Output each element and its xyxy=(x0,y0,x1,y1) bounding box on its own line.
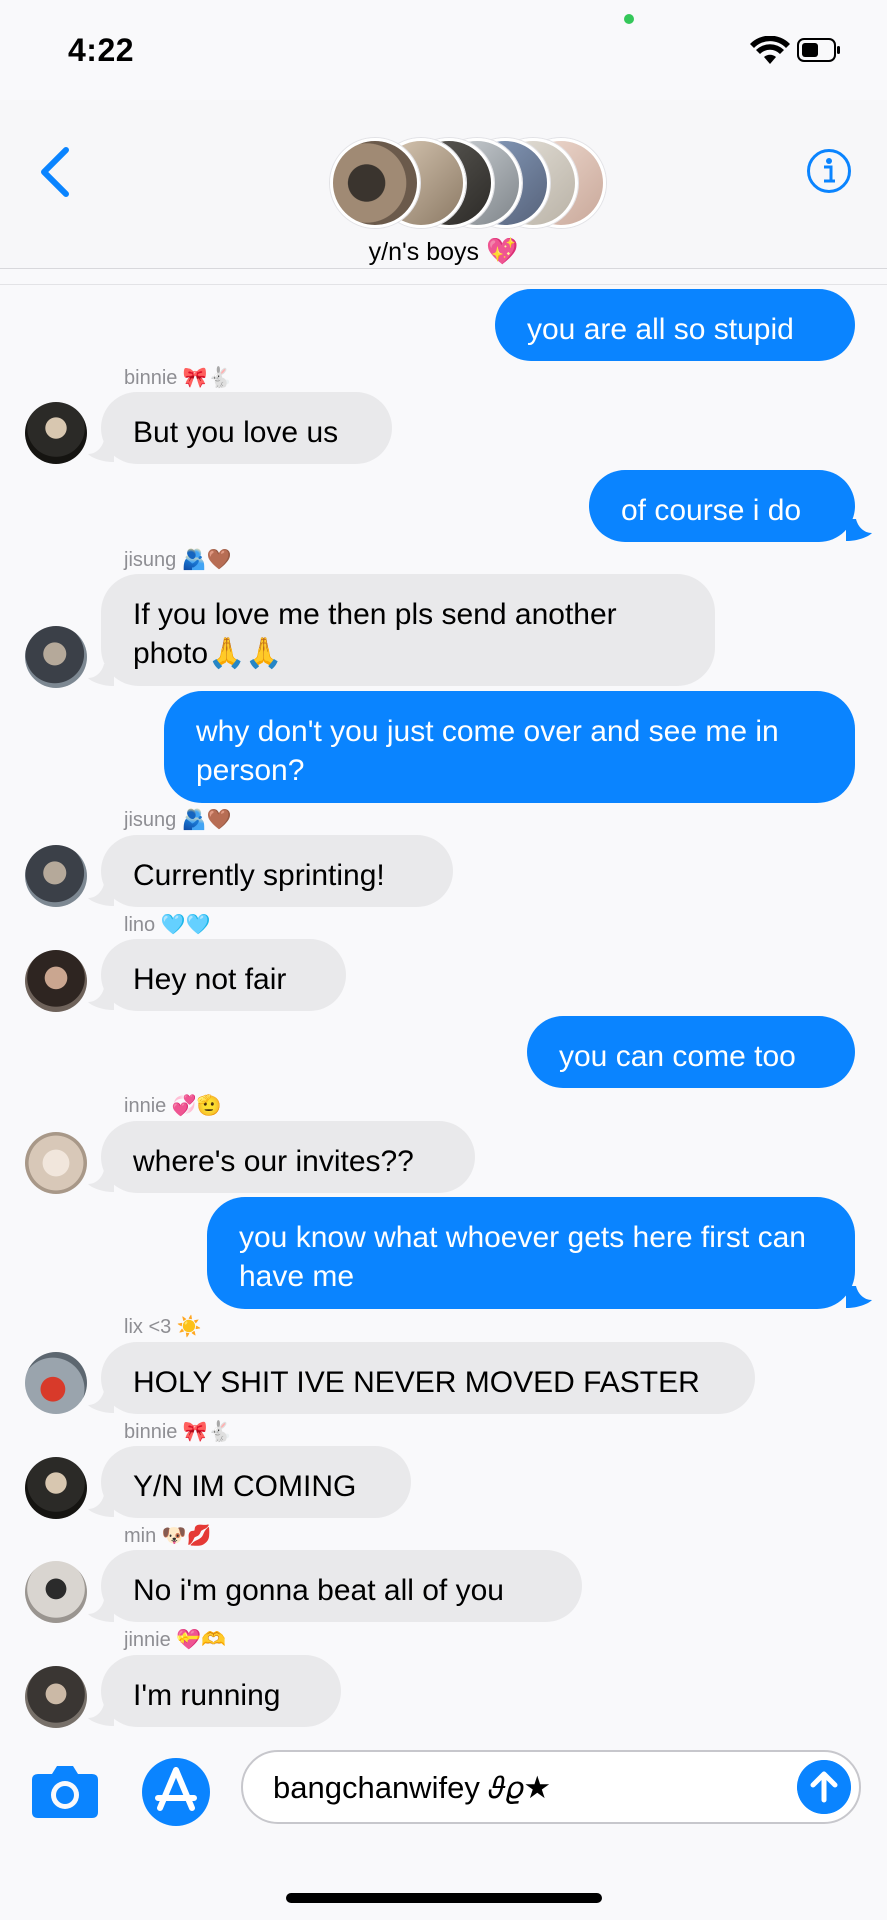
avatar[interactable] xyxy=(25,1561,87,1623)
conversation-header: y/n's boys 💖 xyxy=(0,100,887,269)
avatar[interactable] xyxy=(25,402,87,464)
message-text: Currently sprinting! xyxy=(133,859,385,892)
incoming-message[interactable]: Currently sprinting! xyxy=(101,835,453,907)
camera-icon[interactable] xyxy=(30,1762,100,1820)
sender-name: binnie 🎀🐇 xyxy=(124,367,233,389)
group-emoji: 💖 xyxy=(485,236,519,266)
group-name[interactable]: y/n's boys 💖 xyxy=(0,236,887,267)
incoming-message[interactable]: Hey not fair xyxy=(101,939,346,1011)
member-avatar xyxy=(330,138,420,228)
sender-name: lix <3 ☀️ xyxy=(124,1316,202,1338)
sender-name: jisung 🫂🤎 xyxy=(124,809,232,831)
incoming-message[interactable]: I'm running xyxy=(101,1655,341,1727)
avatar[interactable] xyxy=(25,1457,87,1519)
message-text: Y/N IM COMING xyxy=(133,1470,357,1503)
group-name-text: y/n's boys xyxy=(368,238,480,266)
avatar[interactable] xyxy=(25,1666,87,1728)
incoming-message[interactable]: where's our invites?? xyxy=(101,1121,475,1193)
message-text: No i'm gonna beat all of you xyxy=(133,1574,504,1607)
sender-name: innie 💞🫡 xyxy=(124,1095,222,1117)
avatar[interactable] xyxy=(25,1352,87,1414)
incoming-message[interactable]: If you love me then pls send another pho… xyxy=(101,574,715,686)
message-text: you can come too xyxy=(559,1040,796,1073)
battery-icon xyxy=(797,38,840,62)
message-text: Hey not fair xyxy=(133,963,287,996)
sender-name: jinnie 💝🫶 xyxy=(124,1629,227,1651)
outgoing-message[interactable]: of course i do xyxy=(589,470,855,542)
incoming-message[interactable]: But you love us xyxy=(101,392,392,464)
message-input[interactable]: bangchanwifey 𝜗𝜚★ xyxy=(241,1750,861,1824)
bubble-tail xyxy=(846,1286,872,1308)
outgoing-message[interactable]: you are all so stupid xyxy=(495,289,855,361)
back-chevron-icon[interactable] xyxy=(36,146,76,198)
bubble-tail xyxy=(846,519,872,541)
group-avatar-stack[interactable] xyxy=(330,138,606,228)
info-icon[interactable] xyxy=(806,148,852,194)
message-text: where's our invites?? xyxy=(133,1145,414,1178)
incoming-message[interactable]: HOLY SHIT IVE NEVER MOVED FASTER xyxy=(101,1342,755,1414)
outgoing-message[interactable]: you know what whoever gets here first ca… xyxy=(207,1197,855,1309)
outgoing-message[interactable]: you can come too xyxy=(527,1016,855,1088)
wifi-icon xyxy=(750,36,790,64)
sender-name: min 🐶💋 xyxy=(124,1525,212,1547)
message-text: HOLY SHIT IVE NEVER MOVED FASTER xyxy=(133,1366,700,1399)
outgoing-message[interactable]: why don't you just come over and see me … xyxy=(164,691,855,803)
camera-in-use-indicator xyxy=(624,14,634,24)
message-input-text: bangchanwifey 𝜗𝜚★ xyxy=(273,1770,552,1805)
status-time: 4:22 xyxy=(68,32,135,68)
message-text: But you love us xyxy=(133,416,339,449)
message-text: of course i do xyxy=(621,494,802,527)
sender-name: binnie 🎀🐇 xyxy=(124,1421,233,1443)
sender-name: lino 🩵🩵 xyxy=(124,914,211,936)
send-arrow-icon[interactable] xyxy=(797,1760,851,1814)
home-indicator[interactable] xyxy=(286,1893,602,1903)
incoming-message[interactable]: Y/N IM COMING xyxy=(101,1446,411,1518)
message-composer: bangchanwifey 𝜗𝜚★ xyxy=(0,1732,887,1920)
avatar[interactable] xyxy=(25,845,87,907)
app-store-icon[interactable] xyxy=(140,1756,212,1828)
incoming-message[interactable]: No i'm gonna beat all of you xyxy=(101,1550,582,1622)
message-text: I'm running xyxy=(133,1679,281,1712)
avatar[interactable] xyxy=(25,626,87,688)
avatar[interactable] xyxy=(25,950,87,1012)
message-text: If you love me then pls send another pho… xyxy=(133,598,617,670)
avatar[interactable] xyxy=(25,1132,87,1194)
divider xyxy=(0,284,887,285)
sender-name: jisung 🫂🤎 xyxy=(124,549,232,571)
message-text: you are all so stupid xyxy=(527,313,794,346)
message-text: why don't you just come over and see me … xyxy=(196,715,779,787)
message-text: you know what whoever gets here first ca… xyxy=(239,1221,806,1293)
status-bar: 4:22 xyxy=(0,0,887,100)
